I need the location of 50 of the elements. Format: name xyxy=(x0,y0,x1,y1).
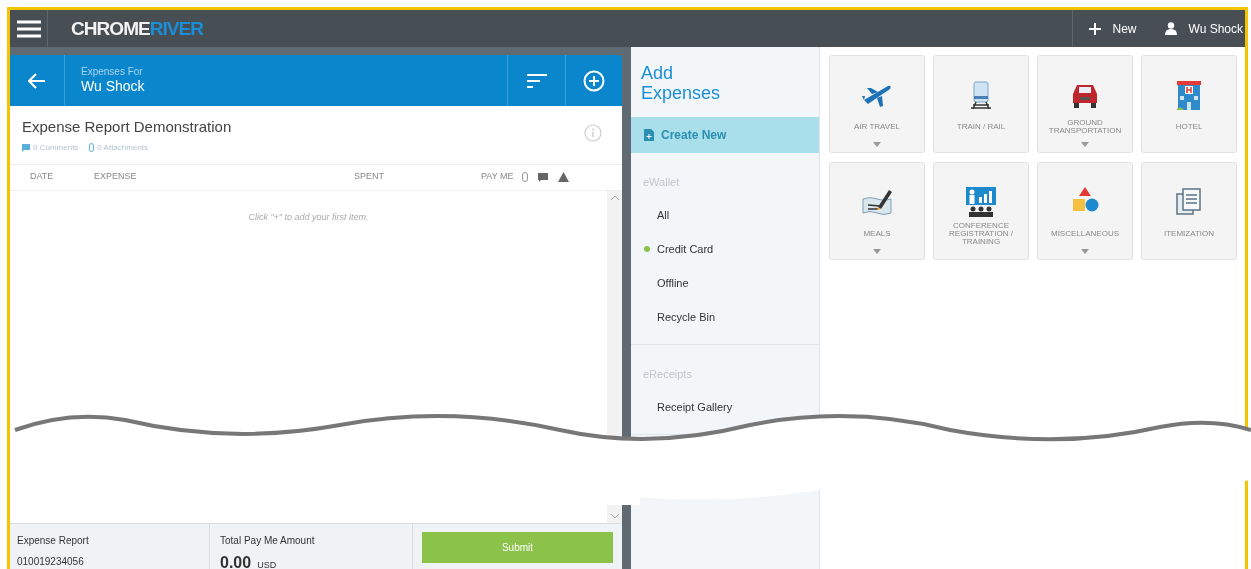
paperclip-icon xyxy=(89,143,95,152)
sidebar-item[interactable]: Receipt Gallery xyxy=(631,390,819,424)
comments-link[interactable]: 0 Comments xyxy=(33,141,79,154)
new-button[interactable]: New xyxy=(1072,19,1153,38)
comment-icon xyxy=(537,172,548,182)
scroll-up-icon[interactable] xyxy=(610,194,619,200)
currency: USD xyxy=(257,559,277,569)
expense-type-tile[interactable]: MEALS xyxy=(829,162,925,260)
comment-icon xyxy=(22,143,30,152)
report-title: Expense Report Demonstration xyxy=(22,117,232,137)
header-name: Wu Shock xyxy=(81,78,145,96)
footer-label: Total Pay Me Amount xyxy=(220,534,316,548)
sidebar-item[interactable]: Recycle Bin xyxy=(631,300,819,334)
expense-type-tile[interactable]: MISCELLANEOUS xyxy=(1037,162,1133,260)
total-amount: 0.00 xyxy=(220,553,252,569)
logo-text: RIVER xyxy=(149,19,204,38)
sidebar-item[interactable]: Credit Card xyxy=(631,232,819,266)
empty-hint: Click "+" to add your first item. xyxy=(248,210,369,224)
report-number: 010019234056 xyxy=(17,555,85,569)
expense-type-tile[interactable]: AIR TRAVEL xyxy=(829,55,925,153)
back-arrow-icon xyxy=(28,72,46,89)
column-header: DATE xyxy=(30,170,55,184)
menu-icon xyxy=(16,19,41,38)
plus-icon xyxy=(1088,22,1101,35)
sort-icon xyxy=(526,73,547,88)
person-icon xyxy=(1164,22,1177,35)
plus-circle-icon xyxy=(583,69,605,92)
submit-button[interactable]: Submit xyxy=(422,532,613,563)
column-header: SPENT xyxy=(354,170,385,184)
footer-label: Expense Report xyxy=(17,534,90,548)
expense-type-tile[interactable]: GROUND TRANSPORTATION xyxy=(1037,55,1133,153)
expense-type-tile[interactable]: CONFERENCE REGISTRATION / TRAINING xyxy=(933,162,1029,260)
scroll-down-icon[interactable] xyxy=(610,514,619,519)
column-header: PAY ME xyxy=(481,170,514,184)
user-button[interactable]: Wu Shock xyxy=(1152,19,1245,38)
sidebar-title: Expenses xyxy=(641,83,722,103)
paperclip-icon xyxy=(521,172,528,182)
sidebar-item[interactable]: All xyxy=(631,198,819,232)
create-new-tab[interactable]: Create New xyxy=(631,117,819,153)
expense-type-tile[interactable]: TRAIN / RAIL xyxy=(933,55,1029,153)
warning-icon xyxy=(557,172,569,182)
sidebar-item[interactable]: Offline xyxy=(631,266,819,300)
expense-type-tile[interactable]: ITEMIZATION xyxy=(1141,162,1237,260)
logo-text: CHROME xyxy=(71,19,150,38)
expense-type-tile[interactable]: HOTEL xyxy=(1141,55,1237,153)
document-icon xyxy=(644,129,654,141)
column-header: EXPENSE xyxy=(94,170,138,184)
sidebar-title: Add xyxy=(641,63,675,83)
presentation-icon xyxy=(964,185,998,219)
header-subtitle: Expenses For xyxy=(81,65,144,78)
